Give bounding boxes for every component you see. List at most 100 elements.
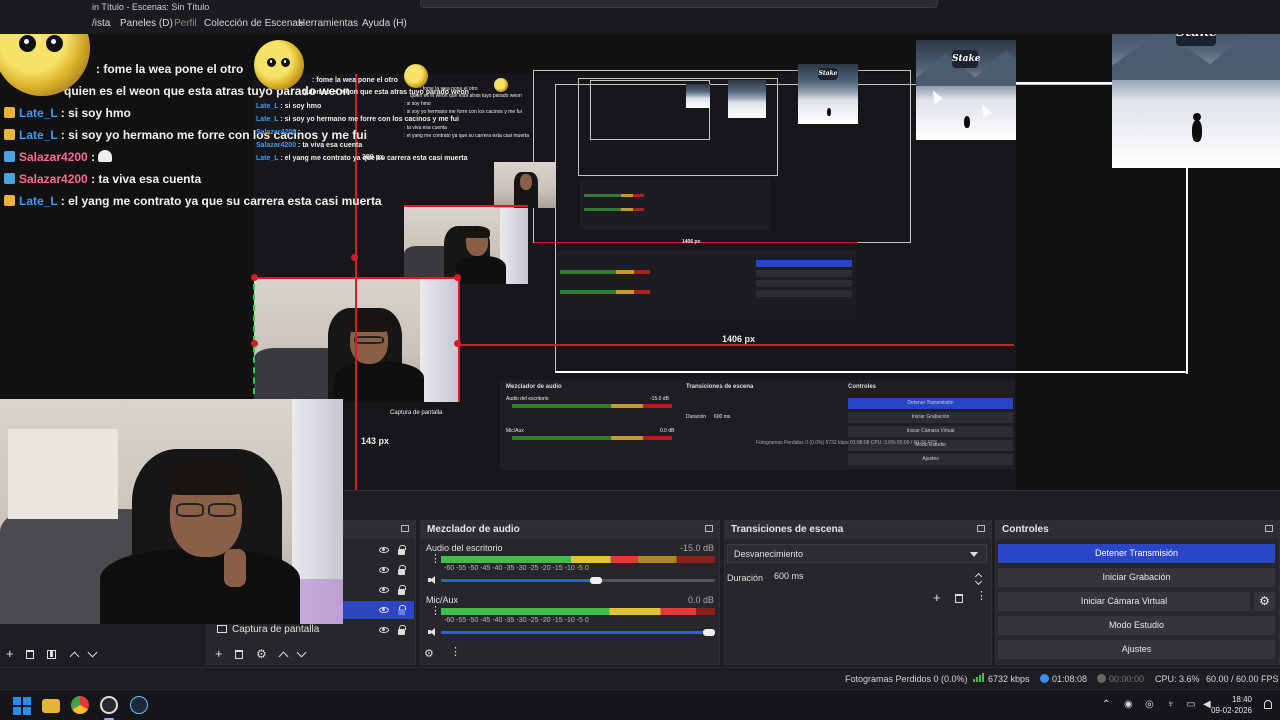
studio-mode-button[interactable]: Modo Estudio (998, 616, 1275, 635)
resize-handle-top-right[interactable] (454, 274, 461, 281)
desktop-audio-label: Audio del escritorio (426, 543, 503, 553)
desktop-audio-volume-knob[interactable] (590, 577, 602, 584)
remove-scene-icon[interactable] (26, 650, 34, 659)
menu-herramientas[interactable]: Herramientas (298, 18, 358, 29)
lock-icon[interactable] (398, 565, 406, 575)
nested-stop-btn (756, 260, 852, 267)
menu-paneles[interactable]: Paneles (D) (120, 18, 173, 29)
undock-icon[interactable] (705, 525, 713, 532)
obs-icon[interactable] (100, 696, 118, 714)
tray-chevron-up-icon[interactable]: ⌃ (1102, 699, 1110, 710)
nested-chat-line: : fome la wea pone el otro (312, 77, 398, 84)
steam-tray-icon[interactable]: ◎ (1145, 699, 1154, 710)
remove-source-icon[interactable] (235, 650, 243, 659)
move-scene-up-icon[interactable] (69, 651, 80, 662)
chat-username[interactable]: Salazar4200 (19, 150, 88, 164)
top-search-strip[interactable] (420, 0, 938, 8)
mixer-menu-icon[interactable]: ⋮ (450, 647, 461, 658)
move-scene-down-icon[interactable] (87, 647, 98, 658)
mic-aux-speaker-icon[interactable] (428, 628, 437, 636)
system-clock[interactable]: 18:40 09-02-2026 (1211, 694, 1252, 716)
advanced-audio-gear-icon[interactable]: ⚙ (424, 648, 434, 660)
stop-streaming-button[interactable]: Detener Transmisión (998, 544, 1275, 563)
mini-db-2: 0.0 dB (660, 428, 675, 434)
undock-icon[interactable] (977, 525, 985, 532)
lock-icon[interactable] (398, 625, 406, 635)
mini-status-text: Fotogramas Perdidos 0 (0.0%) 6732 kbps 0… (756, 440, 938, 446)
stake-logo-medium: Stake (952, 50, 980, 68)
steam-icon[interactable] (130, 696, 148, 714)
chrome-icon[interactable] (71, 696, 89, 714)
scene-filters-icon[interactable] (47, 650, 56, 659)
menu-bar: /ista Paneles (D) Perfil Colección de Es… (0, 14, 1280, 34)
visibility-eye-icon[interactable] (379, 607, 389, 613)
menu-vista[interactable]: /ista (92, 18, 110, 29)
desktop-audio-menu-icon[interactable]: ⋮ (430, 554, 441, 565)
undock-icon[interactable] (1265, 525, 1273, 532)
virtual-camera-settings-gear-icon[interactable]: ⚙ (1254, 592, 1275, 611)
desktop-audio-volume-fill (441, 579, 597, 582)
nested-meter-d (584, 208, 644, 211)
notification-bell-icon[interactable] (1264, 700, 1272, 709)
source-properties-gear-icon[interactable]: ⚙ (256, 648, 267, 660)
duration-spinbox[interactable]: 600 ms (768, 568, 986, 587)
lock-icon[interactable] (398, 605, 406, 615)
nested-btn-3 (756, 280, 852, 287)
webcam-head-small (520, 174, 532, 190)
scene-transitions-panel: Transiciones de escena (724, 520, 992, 665)
scene-transitions-header: Transiciones de escena (725, 521, 991, 539)
mini-start-recording: Iniciar Grabación (848, 412, 1013, 423)
menu-ayuda[interactable]: Ayuda (H) (362, 18, 407, 29)
mini-meter-2 (512, 436, 672, 440)
avatar-eye (45, 34, 64, 52)
nested-chat-text: : si soy hmo (278, 103, 322, 110)
microphone-tray-icon[interactable]: ♆ (1167, 699, 1175, 710)
nested-mini-obs-3 (580, 180, 770, 230)
start-recording-button[interactable]: Iniciar Grabación (998, 568, 1275, 587)
add-source-button[interactable]: + (215, 647, 223, 661)
visibility-eye-icon[interactable] (379, 587, 389, 593)
cpu-usage: CPU: 3.6% (1155, 674, 1200, 684)
chat-badge-icon (4, 129, 15, 140)
resize-handle-top-left[interactable] (251, 274, 258, 281)
nested-chat-text: : ta viva esa cuenta (296, 142, 363, 149)
lock-icon[interactable] (398, 545, 406, 555)
menu-coleccion-escenas[interactable]: Colección de Escenas (204, 18, 303, 29)
mini-virtual-cam: Iniciar Cámara Virtual (848, 426, 1013, 437)
nested-obs-panels: Mezclador de audio Transiciones de escen… (500, 380, 1015, 470)
windows-start-icon[interactable] (13, 697, 31, 715)
discord-tray-icon[interactable]: ◉ (1124, 699, 1133, 710)
add-scene-button[interactable]: + (6, 647, 14, 661)
chat-username[interactable]: Late_L (19, 128, 57, 142)
mic-aux-menu-icon[interactable]: ⋮ (430, 606, 441, 617)
webcam-hair-large (346, 314, 390, 332)
volume-tray-icon[interactable]: ◀ (1203, 699, 1211, 710)
file-explorer-icon[interactable] (42, 699, 60, 713)
chat-badge-icon (4, 107, 15, 118)
lock-icon[interactable] (398, 585, 406, 595)
settings-button[interactable]: Ajustes (998, 640, 1275, 659)
desktop-audio-speaker-icon[interactable] (428, 576, 437, 584)
title-bar: in Título - Escenas: Sin Título (0, 0, 1280, 14)
chat-username[interactable]: Late_L (19, 106, 57, 120)
duration-decrease-icon[interactable] (974, 577, 983, 586)
start-virtual-camera-button[interactable]: Iniciar Cámara Virtual (998, 592, 1250, 611)
chat-username[interactable]: Late_L (19, 194, 57, 208)
visibility-eye-icon[interactable] (379, 567, 389, 573)
resize-handle-right[interactable] (454, 340, 461, 347)
transition-select[interactable]: Desvanecimiento (727, 544, 987, 563)
stake-overlay-micro (686, 84, 710, 108)
chat-username[interactable]: Salazar4200 (19, 172, 88, 186)
menu-perfil[interactable]: Perfil (174, 18, 197, 29)
remove-transition-icon[interactable] (955, 594, 963, 603)
network-tray-icon[interactable]: ▭ (1186, 699, 1195, 710)
visibility-eye-icon[interactable] (379, 547, 389, 553)
avatar-eye (281, 58, 290, 67)
resize-handle-top[interactable] (351, 254, 358, 261)
undock-icon[interactable] (401, 525, 409, 532)
mic-aux-volume-knob[interactable] (703, 629, 715, 636)
resize-handle-left[interactable] (251, 340, 258, 347)
visibility-eye-icon[interactable] (379, 627, 389, 633)
add-transition-button[interactable]: + (933, 591, 941, 605)
transition-menu-icon[interactable]: ⋮ (976, 591, 987, 602)
